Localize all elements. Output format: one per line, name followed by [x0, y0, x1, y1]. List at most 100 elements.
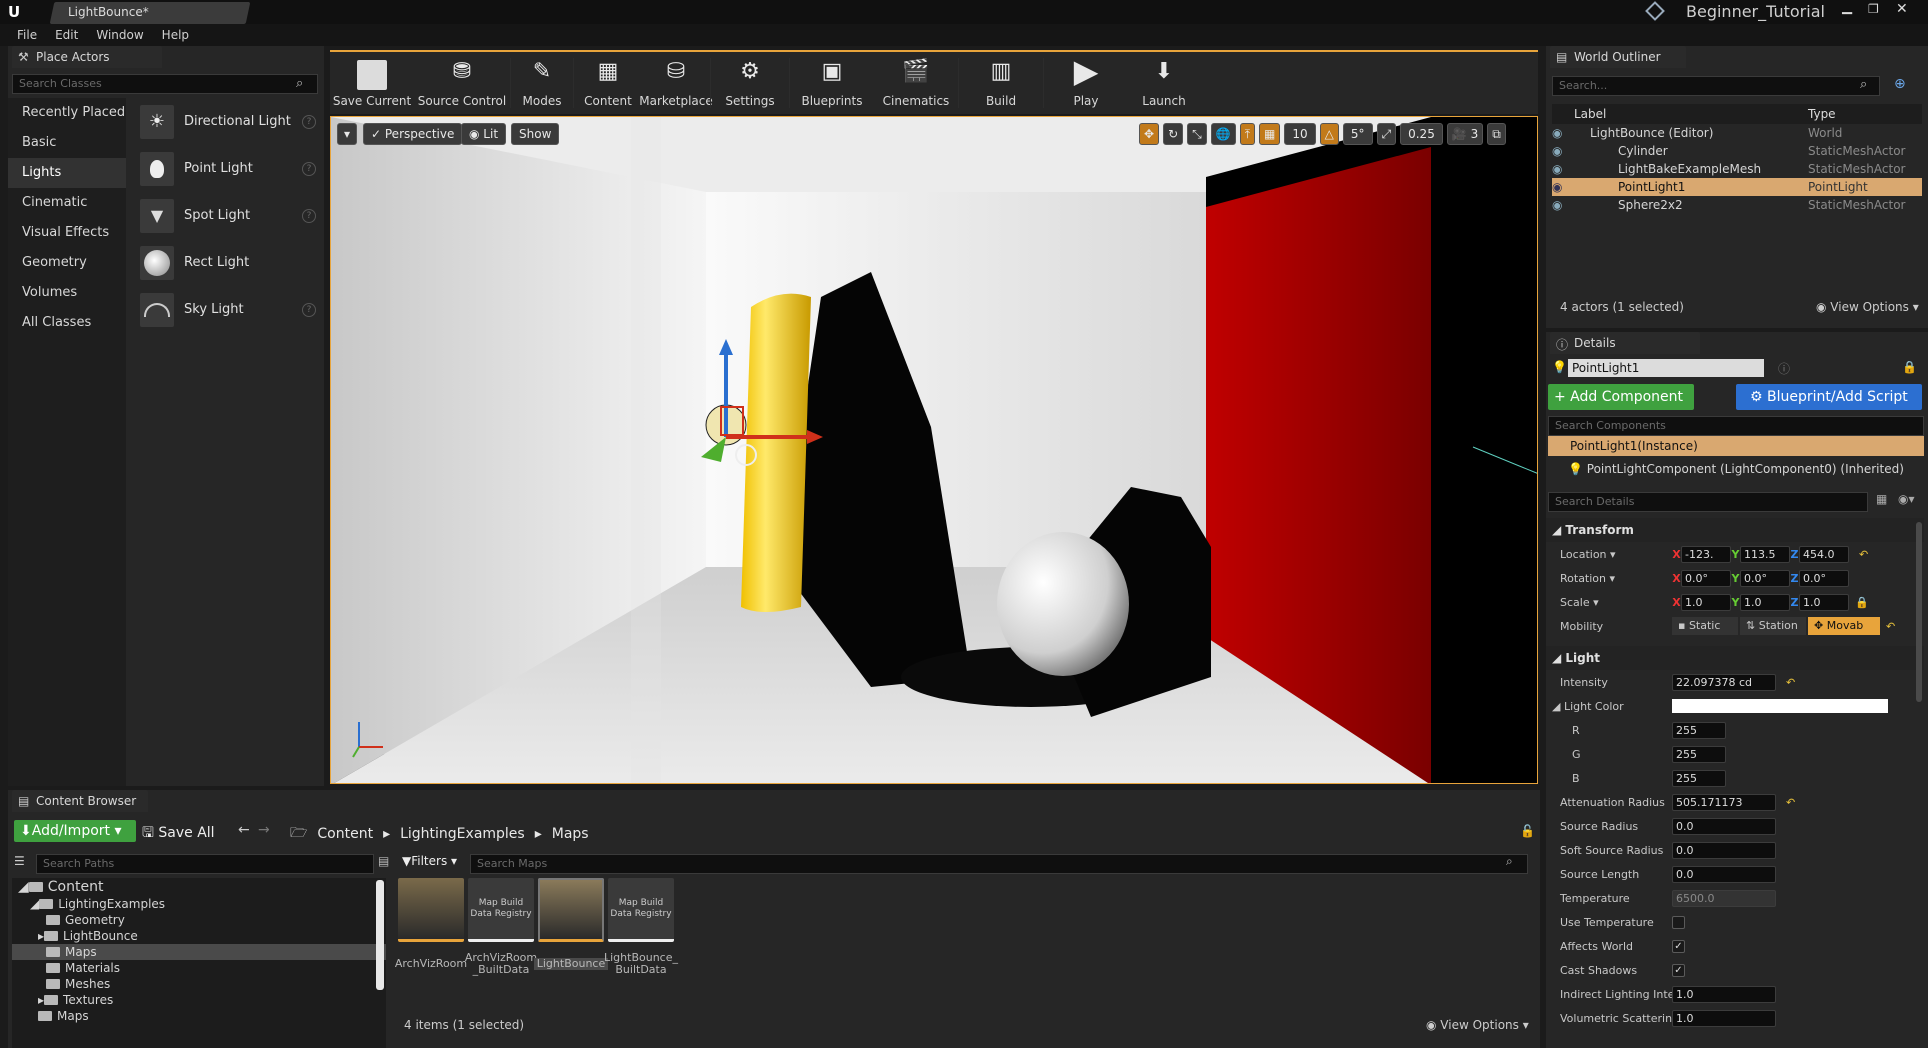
search-paths-input[interactable]: Search Paths	[36, 854, 374, 874]
world-space-icon[interactable]: 🌐	[1210, 123, 1236, 145]
tab-details[interactable]: Details	[1550, 332, 1700, 354]
help-icon[interactable]: ?	[302, 208, 316, 223]
surface-snap-icon[interactable]: ⤒	[1239, 123, 1255, 145]
asset-thumbnail-lightbounce-builtdata[interactable]: Map Build Data Registry	[608, 878, 674, 942]
lock-icon[interactable]: 🔒	[1902, 360, 1917, 374]
tab-place-actors[interactable]: Place Actors	[12, 46, 162, 68]
blueprint-add-script-button[interactable]: ⚙ Blueprint/Add Script	[1736, 384, 1922, 410]
category-basic[interactable]: Basic	[8, 128, 126, 158]
details-scrollbar[interactable]	[1916, 522, 1922, 702]
soft-source-radius-input[interactable]: 0.0	[1672, 841, 1776, 859]
outliner-row-selected[interactable]: ◉ PointLight1 PointLight	[1552, 178, 1922, 196]
tree-item-materials[interactable]: Materials	[12, 960, 386, 976]
save-all-button[interactable]: 🖫 Save All	[142, 822, 215, 846]
tree-item-content[interactable]: ◢ Content	[12, 878, 386, 896]
viewport-options-button[interactable]: ▾	[337, 123, 357, 145]
category-geometry[interactable]: Geometry	[8, 248, 126, 278]
color-b-input[interactable]: 255	[1672, 769, 1726, 787]
lit-button[interactable]: ◉ Lit	[461, 123, 507, 145]
menu-file[interactable]: File	[8, 24, 46, 46]
actor-directional-light[interactable]: ☀ Directional Light ?	[132, 98, 324, 145]
affects-world-checkbox[interactable]: ✓	[1672, 939, 1685, 953]
tree-scrollbar[interactable]	[376, 880, 384, 990]
light-color-swatch[interactable]	[1672, 699, 1888, 713]
breadcrumb-item[interactable]: Maps	[552, 826, 589, 842]
reset-icon[interactable]: ↶	[1859, 548, 1868, 561]
column-type[interactable]: Type	[1808, 107, 1836, 121]
tree-item-lightbounce[interactable]: ▸ LightBounce	[12, 928, 386, 944]
tree-item-geometry[interactable]: Geometry	[12, 912, 386, 928]
maximize-viewport-icon[interactable]: ⧉	[1487, 123, 1506, 145]
location-y-input[interactable]: 113.5	[1740, 545, 1790, 563]
menu-edit[interactable]: Edit	[46, 24, 87, 46]
scale-mode-icon[interactable]: ⤡	[1187, 123, 1207, 145]
modes-button[interactable]: ✎ Modes	[511, 52, 573, 114]
rotation-z-input[interactable]: 0.0°	[1799, 569, 1849, 587]
tree-item-meshes[interactable]: Meshes	[12, 976, 386, 992]
search-classes-input[interactable]: Search Classes	[12, 74, 318, 94]
category-lights[interactable]: Lights	[8, 158, 126, 188]
scale-snap-icon[interactable]: ⤢	[1376, 123, 1397, 145]
visibility-icon[interactable]: ◉	[1552, 124, 1574, 142]
column-label[interactable]: Label	[1574, 107, 1808, 121]
actor-sky-light[interactable]: Sky Light ?	[132, 286, 324, 333]
volumetric-scattering-input[interactable]: 1.0	[1672, 1009, 1776, 1027]
search-maps-input[interactable]: Search Maps	[470, 854, 1528, 874]
use-temperature-checkbox[interactable]	[1672, 915, 1685, 929]
attenuation-radius-input[interactable]: 505.171173	[1672, 793, 1776, 811]
mobility-static-button[interactable]: ▪ Static	[1672, 617, 1738, 635]
section-transform[interactable]: ◢ Transform	[1546, 518, 1924, 542]
path-view-options-icon[interactable]: ▤	[378, 854, 389, 868]
lock-scale-icon[interactable]: 🔒	[1855, 596, 1869, 609]
tab-content-browser[interactable]: Content Browser	[12, 790, 148, 812]
actor-rect-light[interactable]: Rect Light	[132, 239, 324, 286]
mobility-stationary-button[interactable]: ⇅ Station	[1740, 617, 1806, 635]
asset-thumbnail-archvizroom[interactable]	[398, 878, 464, 942]
outliner-row[interactable]: ◉ LightBakeExampleMesh StaticMeshActor	[1552, 160, 1922, 178]
tree-item-maps-selected[interactable]: Maps	[12, 944, 386, 960]
source-control-button[interactable]: ⛃ Source Control	[414, 52, 510, 114]
search-details-input[interactable]: Search Details	[1548, 492, 1868, 512]
rotation-x-input[interactable]: 0.0°	[1681, 569, 1731, 587]
mobility-movable-button[interactable]: ✥ Movab	[1808, 617, 1880, 635]
scale-x-input[interactable]: 1.0	[1681, 593, 1731, 611]
level-viewport[interactable]: ▾ ✓ Perspective ◉ Lit Show ✥ ↻ ⤡ 🌐 ⤒ ▦ 1…	[330, 116, 1538, 784]
outliner-row[interactable]: ◉ LightBounce (Editor) World	[1552, 124, 1922, 142]
visibility-icon[interactable]: ◉	[1552, 178, 1574, 196]
tree-item-maps[interactable]: Maps	[12, 1008, 386, 1024]
camera-speed-icon[interactable]: 🎥 3	[1446, 123, 1484, 145]
menu-help[interactable]: Help	[153, 24, 198, 46]
actor-point-light[interactable]: Point Light ?	[132, 145, 324, 192]
grid-snap-icon[interactable]: ▦	[1259, 123, 1281, 145]
scale-snap-value[interactable]: 0.25	[1400, 123, 1443, 145]
breadcrumb-item[interactable]: LightingExamples	[400, 826, 525, 842]
section-light[interactable]: ◢ Light	[1546, 646, 1924, 670]
breadcrumb-item[interactable]: Content	[317, 826, 373, 842]
location-x-input[interactable]: -123.	[1681, 545, 1731, 563]
scale-z-input[interactable]: 1.0	[1799, 593, 1849, 611]
visibility-icon[interactable]: ◉	[1552, 196, 1574, 214]
sources-toggle-icon[interactable]: ☰	[14, 854, 25, 868]
intensity-input[interactable]: 22.097378 cd	[1672, 673, 1776, 691]
visibility-icon[interactable]: ◉	[1552, 142, 1574, 160]
minimize-icon[interactable]: ▁	[1842, 0, 1852, 15]
category-volumes[interactable]: Volumes	[8, 278, 126, 308]
filters-button[interactable]: ▼Filters ▾	[402, 854, 457, 868]
rotation-snap-icon[interactable]: △	[1319, 123, 1339, 145]
tree-item-lightingexamples[interactable]: ◢ LightingExamples	[12, 896, 386, 912]
add-filter-icon[interactable]: ⊕	[1894, 76, 1906, 92]
temperature-input[interactable]: 6500.0	[1672, 889, 1776, 907]
settings-button[interactable]: ⚙ Settings	[711, 52, 789, 114]
help-icon[interactable]: ?	[302, 161, 316, 176]
tab-world-outliner[interactable]: World Outliner	[1550, 46, 1686, 68]
visibility-icon[interactable]: ◉	[1552, 160, 1574, 178]
category-cinematic[interactable]: Cinematic	[8, 188, 126, 218]
tree-item-textures[interactable]: ▸ Textures	[12, 992, 386, 1008]
lock-icon[interactable]: 🔓	[1520, 824, 1535, 838]
actor-name-input[interactable]: PointLight1	[1568, 359, 1764, 377]
reset-icon[interactable]: ↶	[1786, 676, 1795, 689]
rotation-y-input[interactable]: 0.0°	[1740, 569, 1790, 587]
marketplace-button[interactable]: ⛁ Marketplace	[639, 52, 713, 114]
blueprints-button[interactable]: ▣ Blueprints	[790, 52, 874, 114]
save-current-button[interactable]: Save Current	[330, 52, 414, 114]
